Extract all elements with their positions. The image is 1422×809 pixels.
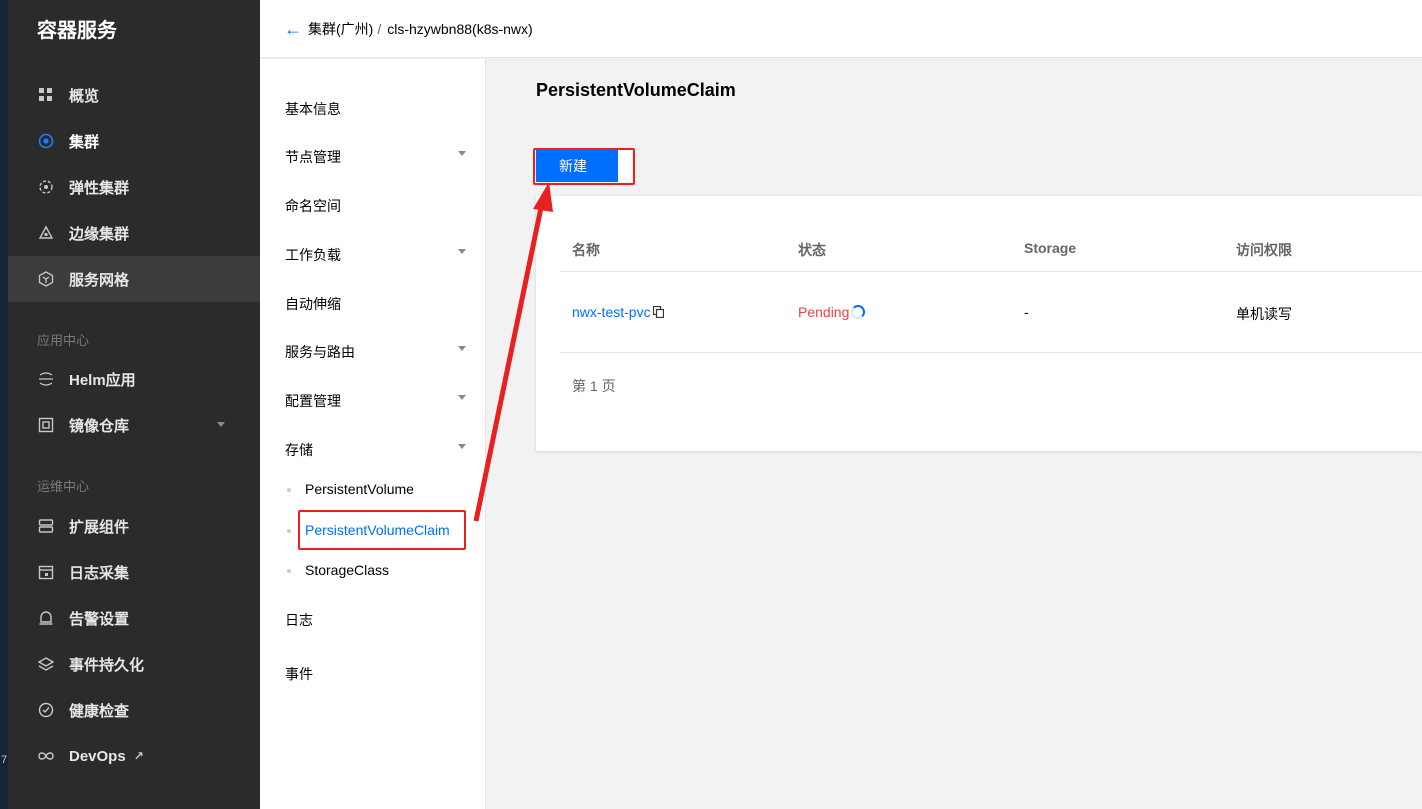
infinity-icon	[37, 747, 55, 765]
registry-icon	[37, 416, 55, 434]
nav-registry[interactable]: 镜像仓库	[8, 402, 260, 448]
row-divider	[560, 352, 1422, 353]
cluster-icon	[37, 132, 55, 150]
calendar-icon	[37, 563, 55, 581]
submenu-workload[interactable]: 工作负载	[285, 245, 341, 265]
external-link-icon: ↗	[133, 749, 144, 763]
addon-icon	[37, 517, 55, 535]
column-header-access: 访问权限	[1236, 242, 1292, 258]
annotation-highlight-new-button	[533, 148, 635, 185]
submenu-storage-class[interactable]: StorageClass	[287, 562, 389, 578]
nav-label: 扩展组件	[69, 518, 130, 536]
nav-label: 弹性集群	[69, 179, 130, 197]
nav-health-check[interactable]: 健康检查	[8, 687, 260, 733]
breadcrumb-current: cls-hzywbn88(k8s-nwx)	[387, 20, 533, 37]
submenu-autoscaling[interactable]: 自动伸缩	[285, 294, 341, 314]
nav-alarm-settings[interactable]: 告警设置	[8, 595, 260, 641]
nav-addons[interactable]: 扩展组件	[8, 503, 260, 549]
submenu-service-routing[interactable]: 服务与路由	[285, 342, 355, 362]
pvc-storage: -	[1024, 304, 1029, 320]
layers-icon	[37, 655, 55, 673]
pvc-access-mode: 单机读写	[1236, 306, 1292, 322]
copy-icon[interactable]	[652, 306, 664, 318]
pvc-name-text: nwx-test-pvc	[572, 304, 651, 320]
nav-label: 边缘集群	[69, 225, 130, 243]
leaf-label: PersistentVolume	[305, 481, 414, 497]
chevron-down-icon[interactable]	[458, 151, 466, 156]
submenu-basic-info[interactable]: 基本信息	[285, 99, 341, 119]
section-ops-center: 运维中心	[37, 479, 90, 494]
pvc-status: Pending	[798, 304, 866, 320]
nav-overview[interactable]: 概览	[8, 72, 260, 118]
breadcrumb-parent-link[interactable]: 集群(广州)	[308, 19, 373, 39]
column-header-status: 状态	[798, 242, 826, 258]
section-app-center: 应用中心	[37, 333, 90, 348]
nav-label: 集群	[69, 133, 100, 151]
submenu-config-management[interactable]: 配置管理	[285, 391, 341, 411]
nav-edge-cluster[interactable]: 边缘集群	[8, 210, 260, 256]
nav-label: 健康检查	[69, 702, 130, 720]
alarm-icon	[37, 609, 55, 627]
nav-devops[interactable]: DevOps ↗	[8, 733, 260, 779]
leaf-label: StorageClass	[305, 562, 390, 578]
nav-service-mesh[interactable]: 服务网格	[8, 256, 260, 302]
pvc-name-link[interactable]: nwx-test-pvc	[572, 304, 664, 320]
edge-digit: 7	[1, 754, 8, 766]
nav-label: 概览	[69, 87, 100, 105]
column-header-storage: Storage	[1024, 240, 1077, 256]
sidebar-edge-strip	[0, 0, 8, 809]
breadcrumb-separator: /	[377, 20, 382, 37]
nav-label: 告警设置	[69, 610, 130, 628]
nav-label: 日志采集	[69, 564, 130, 582]
annotation-highlight-pvc-menu	[298, 510, 466, 550]
bullet-dot	[287, 488, 291, 493]
nav-cluster[interactable]: 集群	[8, 118, 260, 164]
submenu-storage[interactable]: 存储	[285, 440, 313, 460]
header-divider	[560, 271, 1422, 272]
nav-label: DevOps	[69, 747, 126, 765]
brand-title: 容器服务	[37, 20, 117, 42]
nav-label: 事件持久化	[69, 656, 145, 674]
back-arrow-icon[interactable]: ←	[284, 20, 302, 38]
grid-icon	[37, 86, 55, 104]
submenu-namespace[interactable]: 命名空间	[285, 196, 341, 216]
edge-icon	[37, 224, 55, 242]
nav-elastic-cluster[interactable]: 弹性集群	[8, 164, 260, 210]
chevron-down-icon	[217, 422, 225, 427]
submenu-events[interactable]: 事件	[285, 664, 313, 684]
health-icon	[37, 701, 55, 719]
chevron-down-icon[interactable]	[458, 249, 466, 254]
page-title: PersistentVolumeClaim	[536, 80, 736, 100]
main-sidebar: 7 容器服务 概览 集群 弹性集群 边缘集群 服务网格 应用中心 Helm应用 …	[0, 0, 260, 809]
nav-label: 镜像仓库	[69, 417, 130, 435]
pagination-text: 第 1 页	[572, 378, 616, 394]
loading-spinner-icon	[851, 305, 866, 319]
mesh-icon	[37, 270, 55, 288]
nav-label: Helm应用	[69, 371, 136, 389]
nav-label: 服务网格	[69, 271, 130, 289]
chevron-down-icon[interactable]	[458, 346, 466, 351]
chevron-down-icon[interactable]	[458, 395, 466, 400]
helm-icon	[37, 370, 55, 388]
status-text: Pending	[798, 304, 850, 320]
elastic-icon	[37, 178, 55, 196]
nav-helm[interactable]: Helm应用	[8, 356, 260, 402]
nav-log-collection[interactable]: 日志采集	[8, 549, 260, 595]
bullet-dot	[287, 569, 291, 574]
column-header-name: 名称	[572, 242, 600, 258]
bullet-dot	[287, 529, 291, 534]
pvc-table-card: 名称 状态 Storage 访问权限 nwx-test-pvc Pending …	[536, 196, 1422, 451]
submenu-logs[interactable]: 日志	[285, 610, 313, 630]
cluster-submenu: 基本信息 节点管理 命名空间 工作负载 自动伸缩 服务与路由 配置管理 存储 P…	[260, 59, 486, 809]
breadcrumb: ← 集群(广州) / cls-hzywbn88(k8s-nwx)	[260, 0, 1422, 58]
chevron-down-icon[interactable]	[458, 444, 466, 449]
submenu-persistent-volume[interactable]: PersistentVolume	[287, 481, 414, 497]
nav-event-persistence[interactable]: 事件持久化	[8, 641, 260, 687]
submenu-node-management[interactable]: 节点管理	[285, 147, 341, 167]
